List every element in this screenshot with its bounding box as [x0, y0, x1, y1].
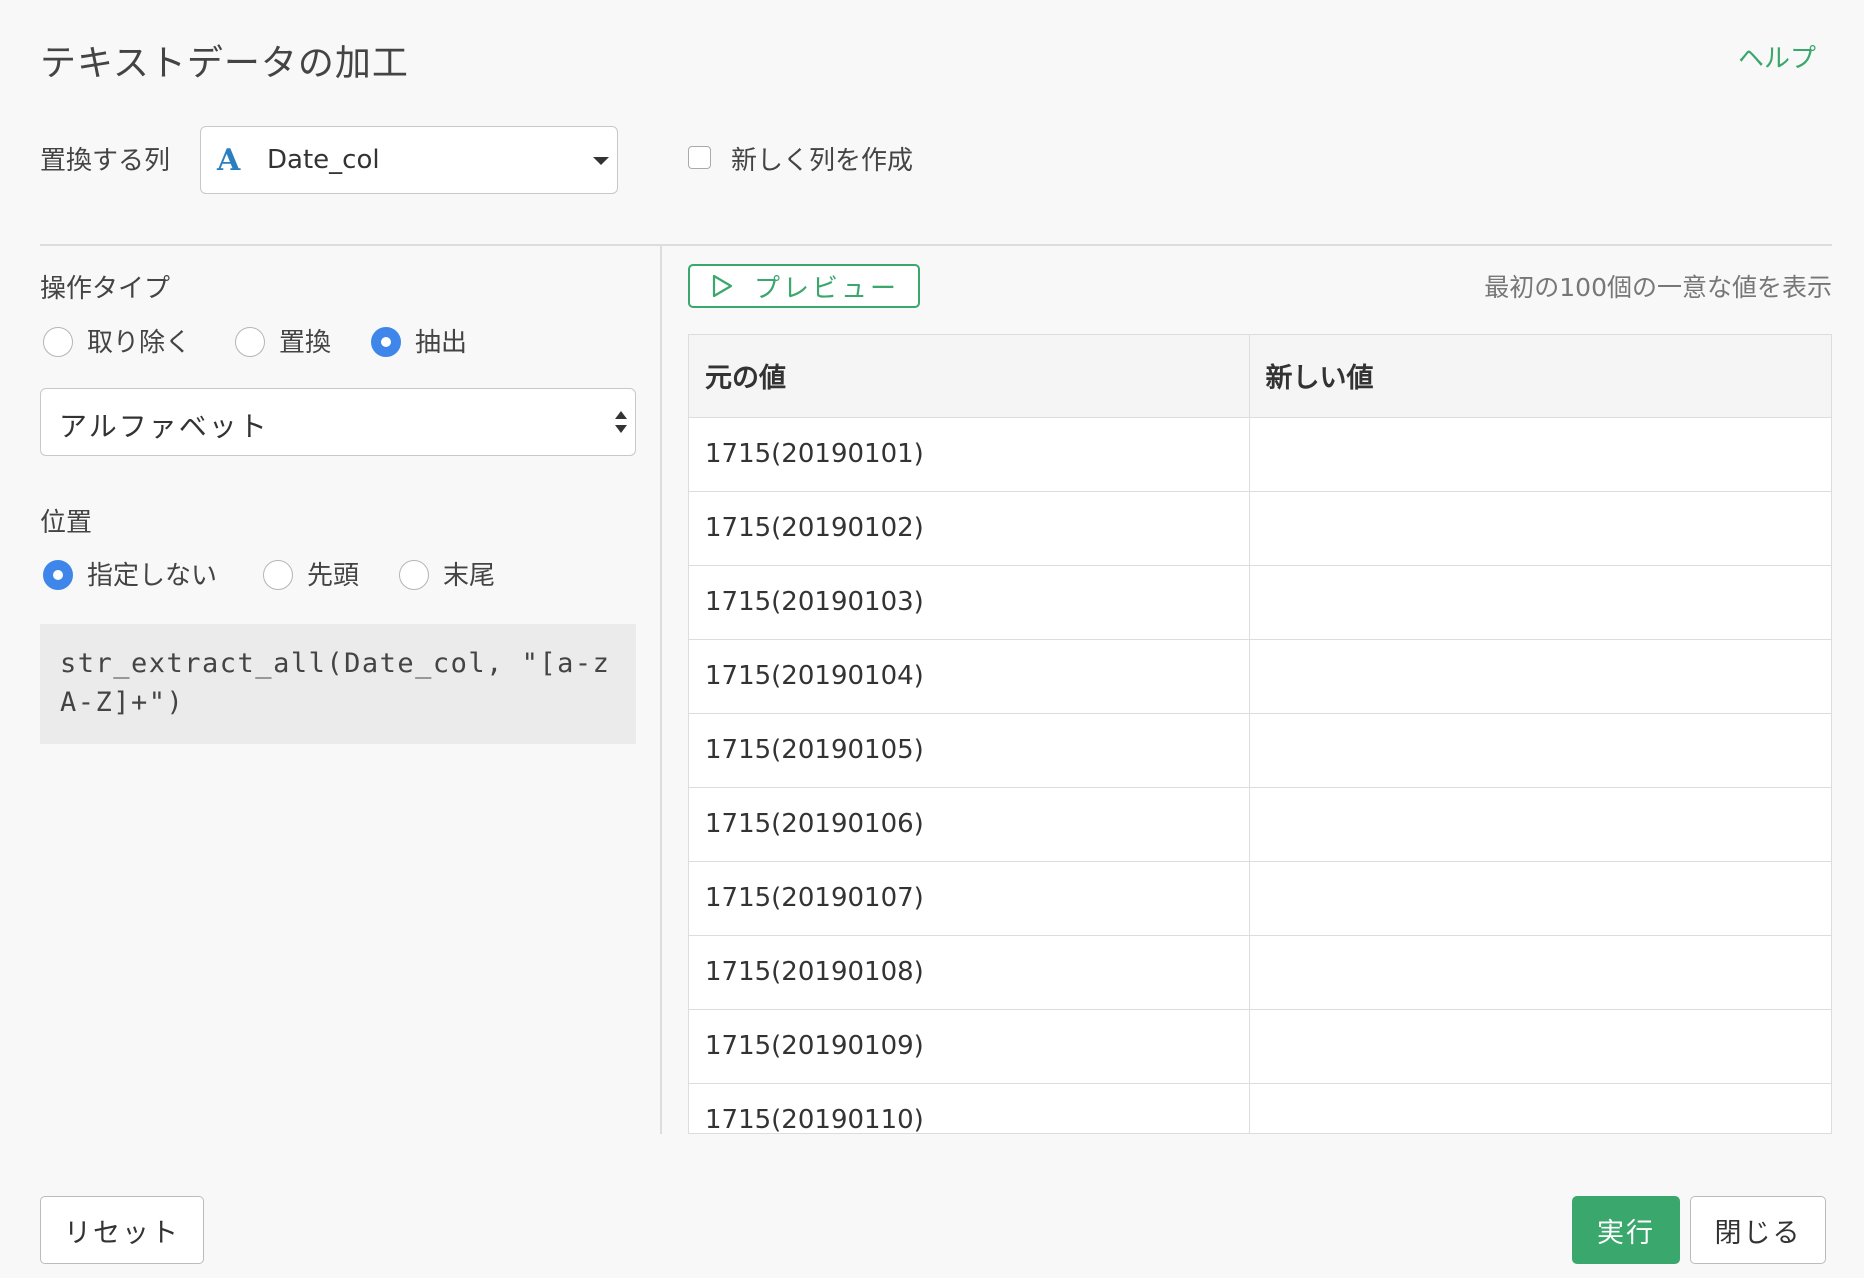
table-row: 1715(20190104) — [689, 639, 1831, 714]
table-row: 1715(20190103) — [689, 565, 1831, 640]
table-row: 1715(20190108) — [689, 935, 1831, 1010]
table-row: 1715(20190106) — [689, 787, 1831, 862]
chevron-down-icon — [593, 157, 609, 165]
radio-position-end[interactable] — [399, 560, 429, 590]
preview-note: 最初の100個の一意な値を表示 — [1484, 273, 1832, 302]
column-header-new: 新しい値 — [1249, 335, 1831, 418]
preview-button[interactable]: プレビュー — [688, 264, 920, 308]
radio-extract[interactable] — [371, 327, 401, 357]
close-button[interactable]: 閉じる — [1690, 1196, 1826, 1264]
position-label: 位置 — [40, 508, 93, 538]
new-value-cell — [1249, 491, 1831, 566]
radio-position-start[interactable] — [263, 560, 293, 590]
original-value-cell: 1715(20190105) — [689, 713, 1250, 788]
radio-remove[interactable] — [43, 327, 73, 357]
preview-button-label: プレビュー — [754, 273, 900, 304]
original-value-cell: 1715(20190107) — [689, 861, 1250, 936]
table-row: 1715(20190107) — [689, 861, 1831, 936]
reset-button[interactable]: リセット — [40, 1196, 204, 1264]
original-value-cell: 1715(20190106) — [689, 787, 1250, 862]
original-value-cell: 1715(20190108) — [689, 935, 1250, 1010]
original-value-cell: 1715(20190109) — [689, 1009, 1250, 1084]
new-value-cell — [1249, 787, 1831, 862]
target-column-select[interactable]: A Date_col — [200, 126, 618, 194]
original-value-cell: 1715(20190104) — [689, 639, 1250, 714]
new-value-cell — [1249, 639, 1831, 714]
radio-position-none[interactable] — [43, 560, 73, 590]
table-row: 1715(20190101) — [689, 417, 1831, 492]
target-column-label: 置換する列 — [40, 146, 171, 176]
new-value-cell — [1249, 417, 1831, 492]
dialog-title: テキストデータの加工 — [40, 43, 409, 84]
new-column-label[interactable]: 新しく列を作成 — [731, 140, 913, 177]
original-value-cell: 1715(20190101) — [689, 417, 1250, 492]
table-row: 1715(20190109) — [689, 1009, 1831, 1084]
radio-position-end-label[interactable]: 末尾 — [443, 555, 495, 592]
original-value-cell: 1715(20190102) — [689, 491, 1250, 566]
chevron-down-icon — [615, 425, 627, 433]
radio-replace[interactable] — [235, 327, 265, 357]
radio-replace-label[interactable]: 置換 — [279, 322, 331, 359]
original-value-cell: 1715(20190110) — [689, 1083, 1250, 1133]
original-value-cell: 1715(20190103) — [689, 565, 1250, 640]
preview-table[interactable]: 元の値 新しい値 1715(20190101) 1715(20190102) 1… — [688, 334, 1832, 1134]
character-type-value: アルファベット — [59, 410, 269, 443]
table-row: 1715(20190110) — [689, 1083, 1831, 1133]
new-value-cell — [1249, 935, 1831, 1010]
new-value-cell — [1249, 861, 1831, 936]
radio-remove-label[interactable]: 取り除く — [87, 322, 191, 359]
run-button[interactable]: 実行 — [1572, 1196, 1680, 1264]
new-value-cell — [1249, 1009, 1831, 1084]
column-header-original: 元の値 — [689, 335, 1250, 418]
operation-type-label: 操作タイプ — [40, 274, 171, 304]
radio-position-none-label[interactable]: 指定しない — [87, 555, 217, 592]
character-type-icon: A — [217, 142, 241, 178]
target-column-value: Date_col — [267, 145, 380, 175]
chevron-up-icon — [615, 411, 627, 419]
header-divider — [40, 244, 1832, 246]
new-value-cell — [1249, 1083, 1831, 1133]
generated-code: str_extract_all(Date_col, "[a-zA-Z]+") — [40, 624, 636, 744]
table-row: 1715(20190105) — [689, 713, 1831, 788]
table-row: 1715(20190102) — [689, 491, 1831, 566]
new-value-cell — [1249, 713, 1831, 788]
radio-extract-label[interactable]: 抽出 — [415, 322, 467, 359]
radio-position-start-label[interactable]: 先頭 — [307, 555, 359, 592]
table-header-row: 元の値 新しい値 — [689, 335, 1831, 418]
help-link[interactable]: ヘルプ — [1738, 38, 1816, 75]
new-column-checkbox[interactable] — [688, 146, 711, 169]
new-value-cell — [1249, 565, 1831, 640]
panel-divider — [660, 246, 662, 1134]
character-type-select[interactable]: アルファベット — [40, 388, 636, 456]
play-icon — [712, 274, 733, 298]
